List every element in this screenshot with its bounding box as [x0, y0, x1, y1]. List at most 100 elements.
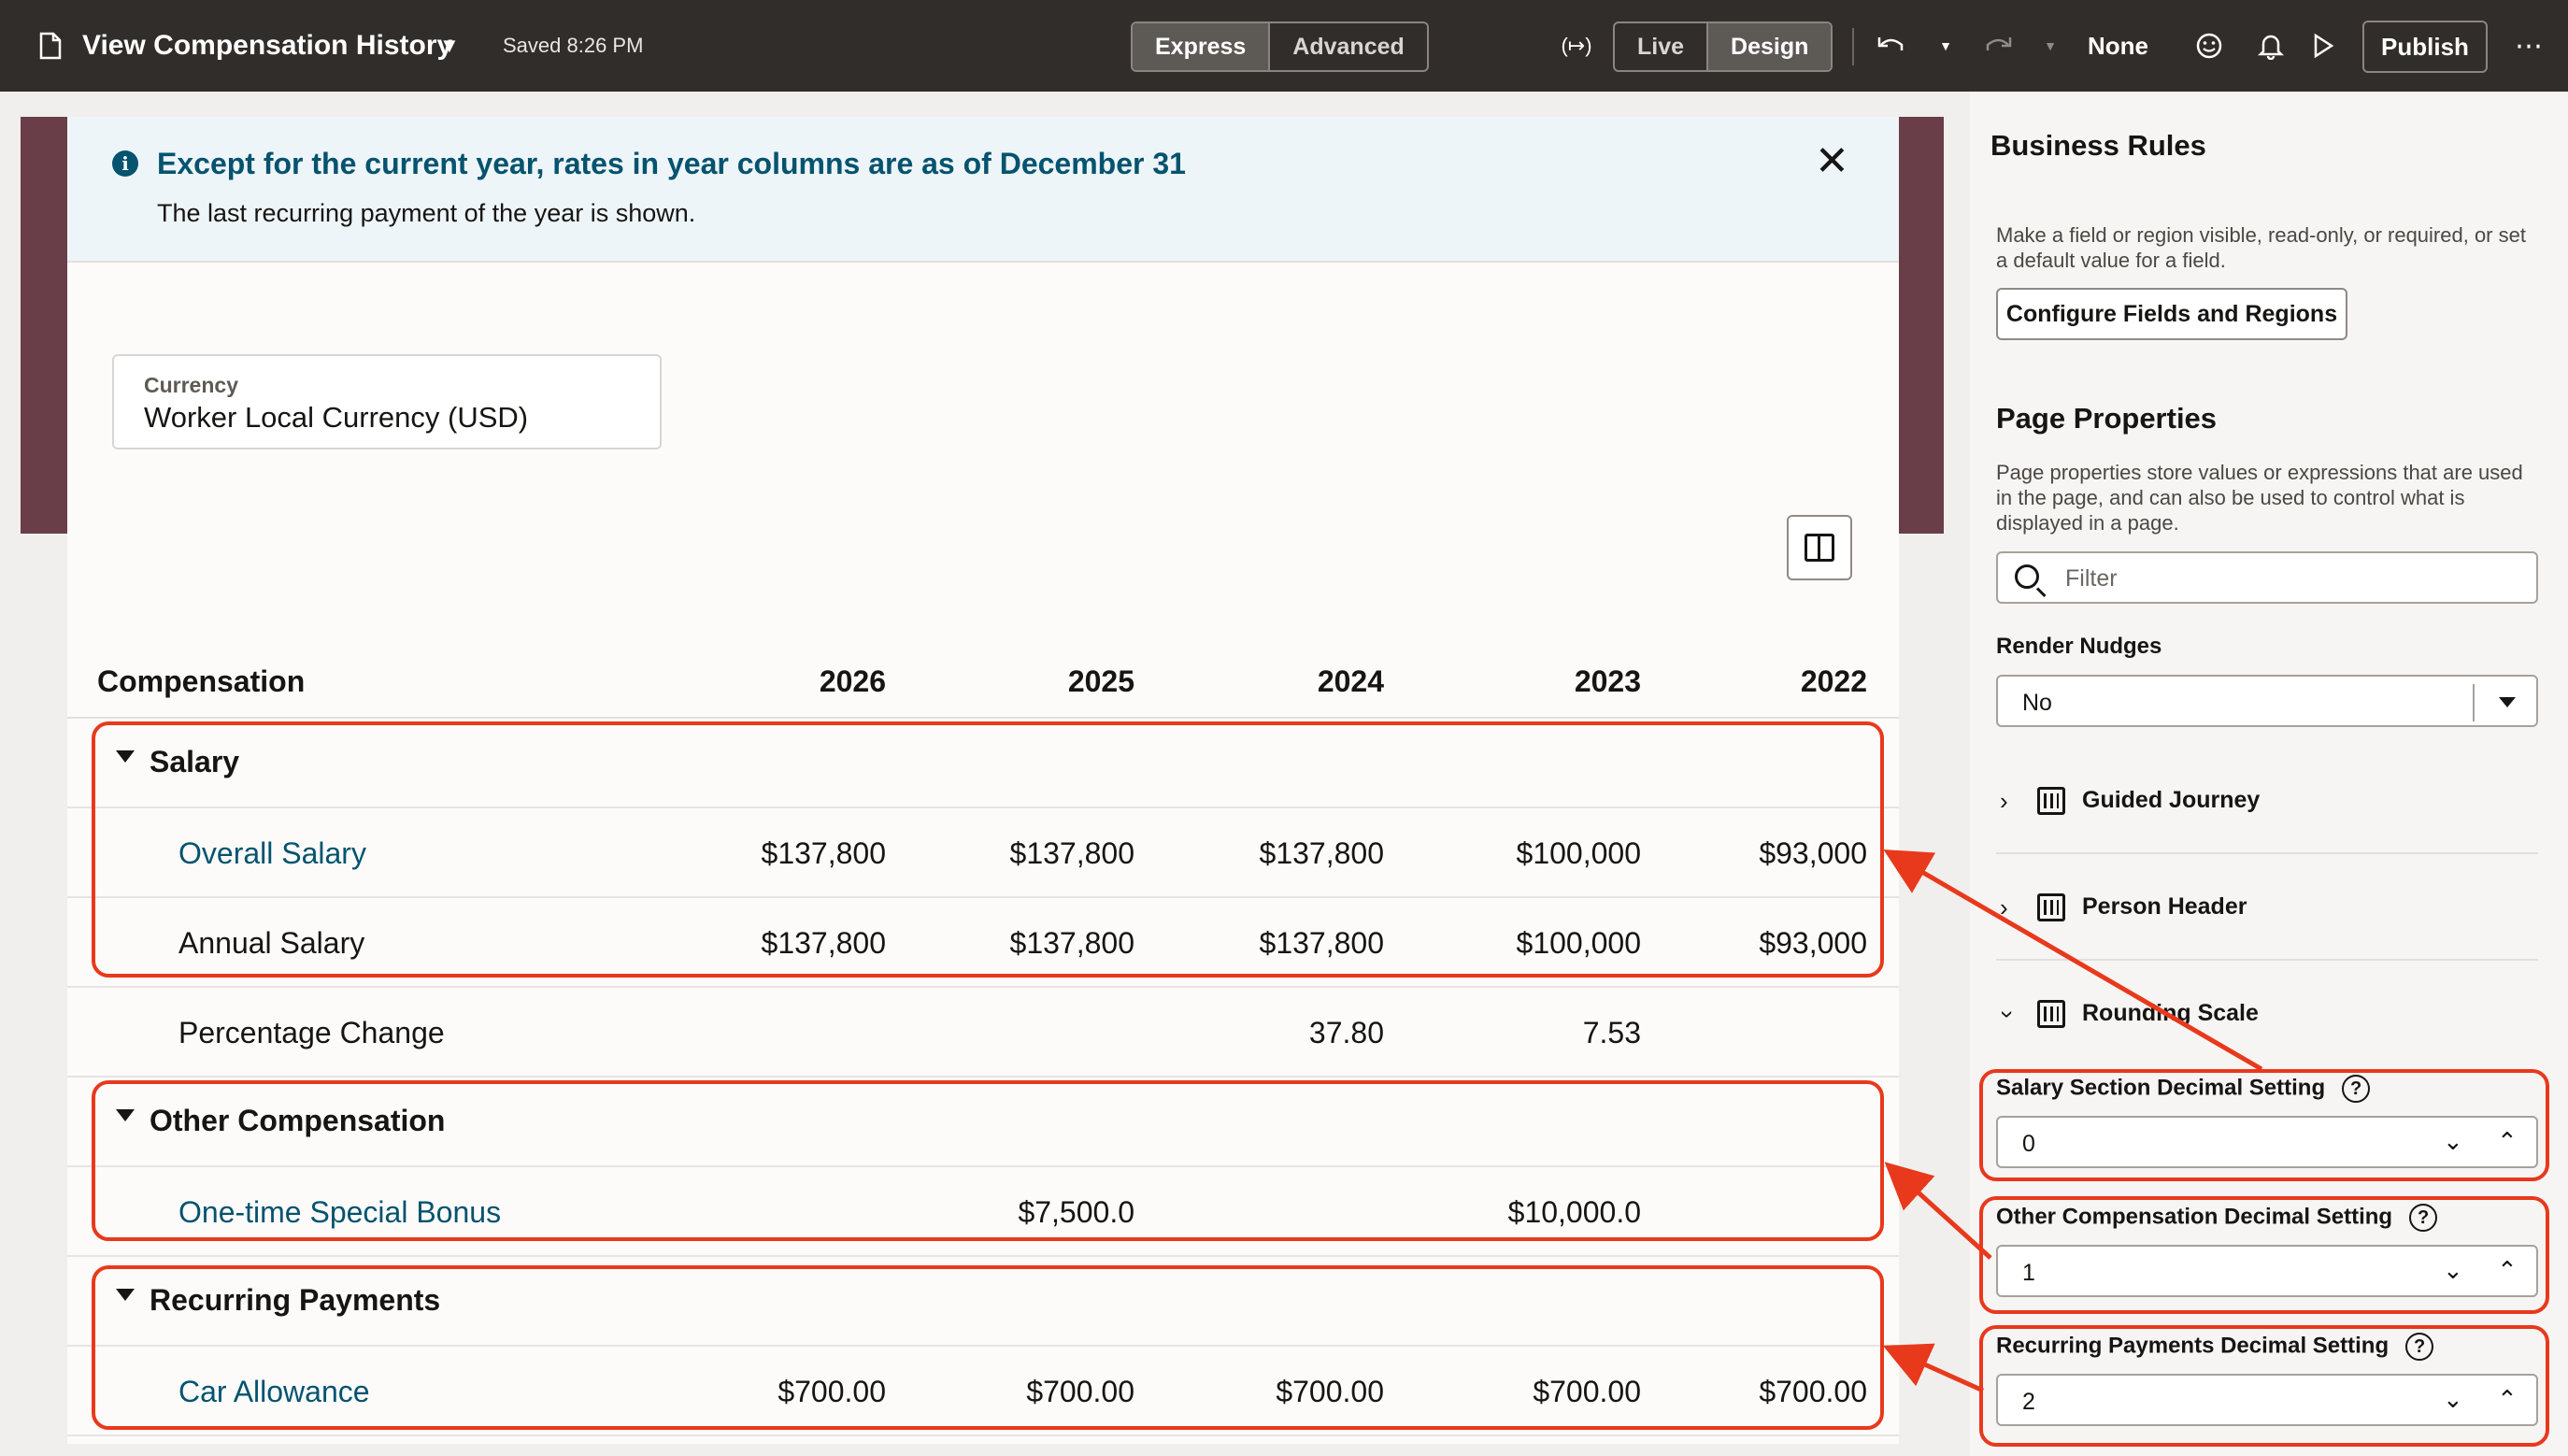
table-row: Annual Salary $137,800 $137,800 $137,800… [67, 898, 1899, 988]
salary-decimal-label: Salary Section Decimal Setting? [1996, 1075, 2371, 1103]
mode-switcher: Express Advanced [1131, 21, 1429, 72]
stepper-value: 1 [2022, 1260, 2035, 1286]
play-icon[interactable] [2308, 0, 2338, 92]
stepper-value: 0 [2022, 1131, 2035, 1157]
tree-item-label: Guided Journey [2082, 787, 2261, 813]
chevron-right-icon[interactable]: › [2000, 893, 2008, 922]
car-allowance-link[interactable]: Car Allowance [178, 1375, 370, 1409]
page-properties-title: Page Properties [1996, 402, 2218, 435]
context-selector[interactable]: None [2088, 0, 2148, 92]
tree-item-label: Rounding Scale [2082, 1000, 2259, 1026]
view-switcher: Live Design [1613, 21, 1833, 72]
table-header: Compensation 2026 2025 2024 2023 2022 [67, 640, 1899, 719]
currency-label: Currency [144, 373, 238, 397]
recurring-payments-decimal-label: Recurring Payments Decimal Setting? [1996, 1333, 2434, 1361]
region-icon [2037, 1000, 2065, 1028]
table-cell: $137,800 [1009, 926, 1134, 960]
variables-icon[interactable]: (↦) [1555, 0, 1598, 92]
caret-down-icon[interactable] [116, 750, 135, 763]
chevron-right-icon[interactable]: › [2000, 787, 2008, 816]
help-icon[interactable]: ? [2409, 1204, 2438, 1232]
table-cell: $137,800 [1259, 926, 1384, 960]
tree-item-rounding-scale[interactable]: › Rounding Scale [1993, 961, 2538, 1067]
table-cell: $7,500.0 [1018, 1195, 1134, 1229]
redo-icon[interactable] [1979, 0, 2017, 92]
table-cell: $93,000 [1759, 926, 1867, 960]
publish-button[interactable]: Publish [2362, 21, 2488, 73]
column-layout-button[interactable] [1787, 515, 1852, 580]
section-title: Salary [150, 745, 240, 778]
currency-field[interactable]: Currency Worker Local Currency (USD) [112, 354, 662, 450]
table-cell: $137,800 [1009, 836, 1134, 870]
table-row: Percentage Change 37.80 7.53 [67, 988, 1899, 1078]
region-icon [2037, 893, 2065, 921]
table-cell: $100,000 [1516, 836, 1641, 870]
filter-placeholder: Filter [2065, 565, 2118, 592]
section-title: Other Compensation [150, 1104, 446, 1137]
chevron-down-icon[interactable]: › [1993, 1010, 2022, 1019]
help-icon[interactable]: ? [2342, 1075, 2371, 1103]
section-recurring-payments[interactable]: Recurring Payments [67, 1257, 1899, 1347]
close-icon[interactable]: ✕ [1815, 137, 1849, 185]
chevron-down-icon[interactable]: ⌄ [2443, 1127, 2463, 1156]
banner-title: Except for the current year, rates in ye… [157, 147, 1186, 180]
render-nudges-value: No [2022, 690, 2052, 716]
row-label: Annual Salary [178, 926, 365, 960]
overall-salary-link[interactable]: Overall Salary [178, 836, 366, 871]
smiley-icon[interactable] [2192, 0, 2226, 92]
undo-menu-chevron-down-icon[interactable]: ▼ [1934, 0, 1957, 92]
header-year: 2025 [1067, 664, 1134, 698]
saved-status: Saved 8:26 PM [503, 34, 644, 57]
caret-down-icon[interactable] [116, 1109, 135, 1121]
more-options-icon[interactable]: ⋯ [2510, 0, 2547, 92]
table-cell: $137,800 [1259, 836, 1384, 870]
search-icon [2015, 564, 2039, 589]
table-row: Car Allowance $700.00 $700.00 $700.00 $7… [67, 1347, 1899, 1436]
redo-menu-chevron-down-icon[interactable]: ▼ [2039, 0, 2062, 92]
filter-input[interactable]: Filter [1996, 551, 2538, 604]
configure-fields-button[interactable]: Configure Fields and Regions [1996, 288, 2347, 340]
row-label: Percentage Change [178, 1016, 445, 1049]
currency-value: Worker Local Currency (USD) [144, 401, 529, 434]
chevron-up-icon[interactable]: ⌃ [2497, 1127, 2518, 1156]
tree-item-guided-journey[interactable]: › Guided Journey [1996, 748, 2538, 854]
section-other-compensation[interactable]: Other Compensation [67, 1078, 1899, 1167]
page-properties-text: Page properties store values or expressi… [1996, 461, 2523, 535]
table-cell: $700.00 [1276, 1375, 1384, 1408]
section-salary[interactable]: Salary [67, 719, 1899, 808]
tab-express[interactable]: Express [1133, 23, 1269, 70]
salary-decimal-stepper[interactable]: 0 ⌄ ⌃ [1996, 1116, 2538, 1168]
other-compensation-decimal-stepper[interactable]: 1 ⌄ ⌃ [1996, 1245, 2538, 1297]
header-compensation: Compensation [97, 664, 306, 698]
info-icon: i [112, 150, 138, 177]
bell-icon[interactable] [2254, 0, 2288, 92]
recurring-payments-decimal-stepper[interactable]: 2 ⌄ ⌃ [1996, 1374, 2538, 1426]
undo-icon[interactable] [1873, 0, 1910, 92]
table-cell: $137,800 [761, 836, 886, 870]
chevron-up-icon[interactable]: ⌃ [2497, 1256, 2518, 1285]
chevron-down-icon[interactable]: ⌄ [2443, 1256, 2463, 1285]
table-cell: $700.00 [1026, 1375, 1134, 1408]
chevron-down-icon[interactable]: ⌄ [2443, 1385, 2463, 1414]
tab-design[interactable]: Design [1706, 23, 1832, 70]
tab-live[interactable]: Live [1615, 23, 1706, 70]
stepper-value: 2 [2022, 1389, 2035, 1415]
bonus-link[interactable]: One-time Special Bonus [178, 1195, 501, 1230]
business-rules-text: Make a field or region visible, read-onl… [1996, 223, 2526, 272]
top-bar: View Compensation History ▼ Saved 8:26 P… [0, 0, 2568, 92]
tab-advanced[interactable]: Advanced [1268, 23, 1426, 70]
page-title: View Compensation History [82, 30, 453, 61]
header-year: 2022 [1800, 664, 1867, 698]
help-icon[interactable]: ? [2405, 1333, 2434, 1361]
caret-down-icon[interactable] [116, 1289, 135, 1301]
toolbar-divider [1852, 28, 1854, 65]
header-year: 2024 [1317, 664, 1384, 698]
table-cell: $700.00 [1759, 1375, 1867, 1408]
properties-panel: Business Rules Make a field or region vi… [1970, 92, 2568, 1456]
chevron-up-icon[interactable]: ⌃ [2497, 1385, 2518, 1414]
title-menu-chevron-down-icon[interactable]: ▼ [439, 0, 460, 92]
other-compensation-decimal-label: Other Compensation Decimal Setting? [1996, 1204, 2438, 1232]
render-nudges-select[interactable]: No [1996, 675, 2538, 727]
chevron-down-icon[interactable] [2499, 697, 2516, 707]
tree-item-person-header[interactable]: › Person Header [1996, 854, 2538, 961]
